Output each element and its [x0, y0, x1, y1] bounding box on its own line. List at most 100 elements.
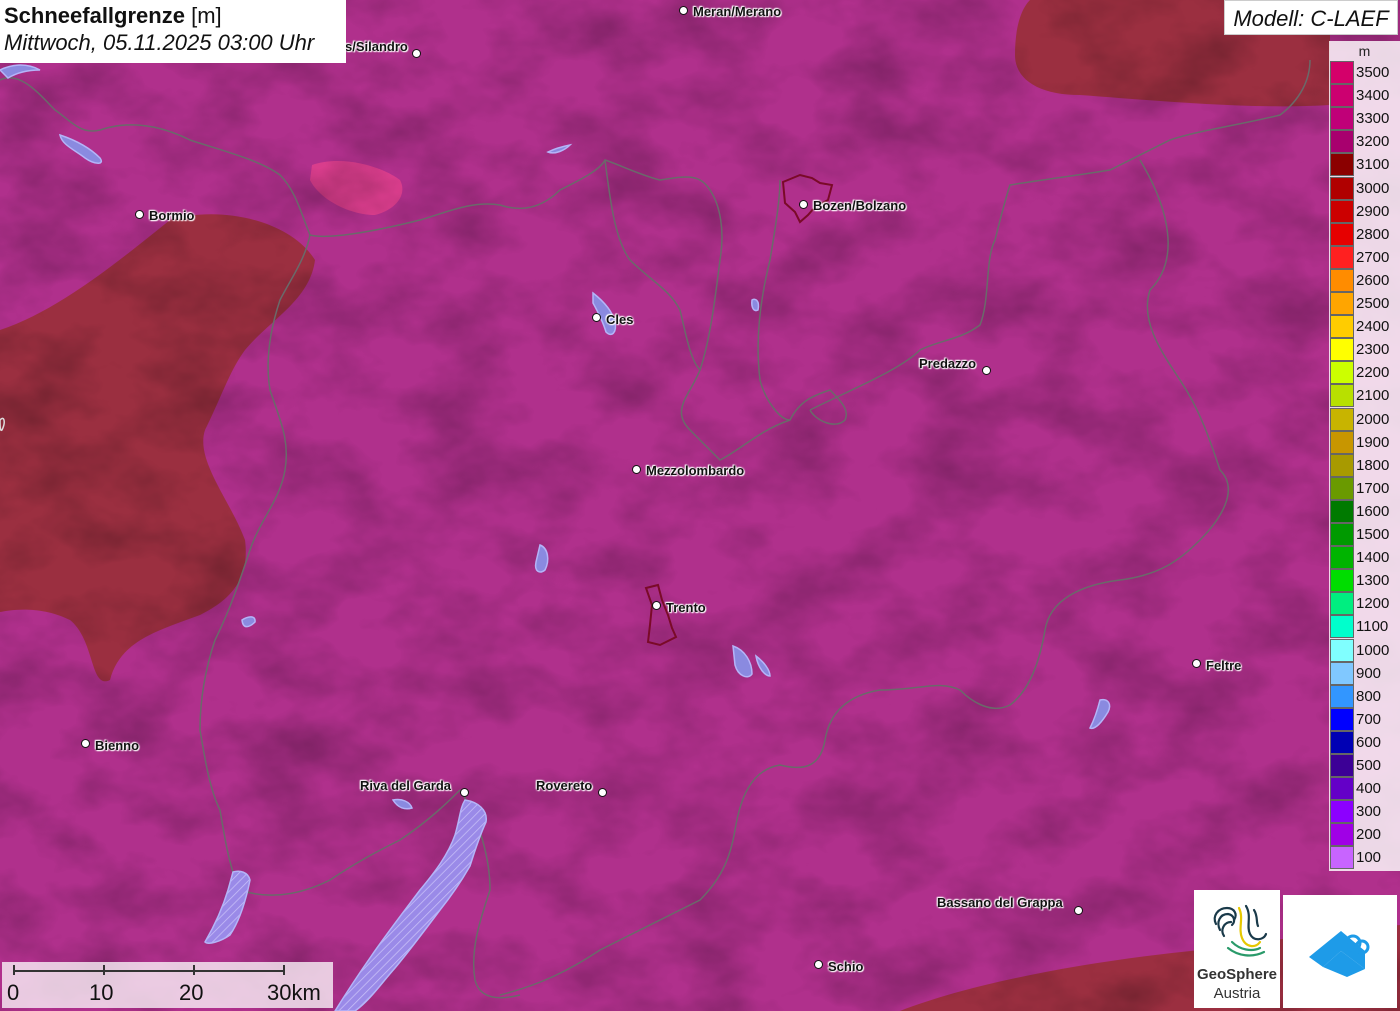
legend-value: 2200 [1356, 364, 1390, 382]
legend-swatch [1330, 777, 1354, 801]
legend-entry: 3400 [1330, 84, 1400, 108]
geosphere-logo[interactable]: GeoSphere Austria [1194, 890, 1280, 1008]
legend-entry: 2100 [1330, 384, 1400, 408]
legend-value: 2800 [1356, 225, 1390, 243]
city-marker [814, 960, 823, 969]
legend-value: 100 [1356, 849, 1382, 867]
legend-swatch [1330, 684, 1354, 708]
legend-value: 800 [1356, 687, 1382, 705]
geosphere-name: GeoSphere [1196, 966, 1278, 983]
city-marker [1074, 906, 1083, 915]
legend-entry: 800 [1330, 684, 1400, 708]
legend-value: 2500 [1356, 295, 1390, 312]
legend-swatch [1330, 707, 1354, 731]
legend-value: 2000 [1356, 410, 1390, 428]
legend-swatch [1330, 384, 1354, 408]
legend-swatch [1330, 592, 1354, 616]
weather-app-emblem-icon [1309, 931, 1370, 977]
scale-label-0: 0 [7, 980, 20, 1005]
scale-label-10: 10 [89, 980, 114, 1005]
legend-value: 700 [1356, 710, 1382, 728]
legend-entry: 3000 [1330, 176, 1400, 200]
legend-swatch [1330, 430, 1354, 454]
legend-value: 1900 [1356, 433, 1390, 451]
legend-swatch [1330, 546, 1354, 570]
legend-unit: m [1358, 43, 1371, 59]
title-unit: [m] [191, 3, 222, 28]
legend-value: 1400 [1356, 549, 1390, 567]
legend-swatch [1330, 476, 1354, 500]
weather-app-logo[interactable] [1283, 895, 1397, 1008]
city-marker [632, 465, 641, 474]
legend-entry: 3300 [1330, 107, 1400, 131]
city-marker [652, 601, 661, 610]
city-label: Trento [666, 600, 706, 615]
city-label: Feltre [1206, 658, 1242, 673]
legend-swatch [1330, 222, 1354, 246]
map-view[interactable]: Meran/Merano s/Silandro Bormio Bozen/Bolzan… [0, 0, 1400, 1011]
legend-entry: 1800 [1330, 453, 1400, 477]
legend-swatch [1330, 523, 1354, 546]
legend-swatch [1330, 84, 1354, 108]
legend-entry: 3500 [1330, 61, 1400, 84]
legend-value: 3500 [1356, 64, 1390, 81]
legend-entry: 900 [1330, 661, 1400, 685]
legend-entry: 1100 [1330, 615, 1400, 639]
legend-swatch [1330, 638, 1354, 662]
legend-entry: 1600 [1330, 499, 1400, 523]
legend-value: 3200 [1356, 133, 1390, 151]
city-marker [81, 739, 90, 748]
legend-entry: 1400 [1330, 546, 1400, 570]
legend-entry: 1200 [1330, 592, 1400, 616]
lake-small-bolzano [751, 298, 760, 312]
legend-entry: 2900 [1330, 199, 1400, 223]
legend-swatch [1330, 61, 1354, 84]
legend-value: 1700 [1356, 479, 1390, 497]
legend-swatch [1330, 107, 1354, 131]
legend-entry: 1000 [1330, 638, 1400, 662]
geosphere-country: Austria [1213, 985, 1261, 1002]
legend-value: 1100 [1356, 618, 1389, 636]
city-marker [982, 366, 991, 375]
city-label: Predazzo [919, 356, 977, 371]
legend-entry: 200 [1330, 823, 1400, 847]
city-label: Bormio [149, 208, 195, 223]
scale-label-30km: 30km [267, 980, 321, 1005]
map-title-box: Schneefallgrenze [m] Mittwoch, 05.11.202… [0, 0, 346, 63]
scale-label-20: 20 [179, 980, 204, 1005]
legend-entry: 2500 [1330, 292, 1400, 315]
map-canvas[interactable] [0, 0, 1400, 1011]
title-text: Schneefallgrenze [4, 3, 185, 28]
legend-value: 1800 [1356, 456, 1390, 474]
city-label: Rovereto [536, 778, 593, 793]
city-marker [460, 788, 469, 797]
model-label: Modell: C-LAEF [1224, 0, 1398, 35]
legend-swatch [1330, 176, 1354, 200]
legend-entry: 600 [1330, 730, 1400, 754]
scale-bar: 0 10 20 30km [2, 962, 333, 1008]
legend-value: 400 [1356, 780, 1382, 798]
color-legend: m 3500 3400 3300 3200 3100 3000 2900 2800 2700 26… [1329, 41, 1400, 871]
legend-swatch [1330, 245, 1354, 269]
legend-value: 2400 [1356, 318, 1390, 336]
legend-value: 1000 [1356, 641, 1390, 659]
legend-entry: 300 [1330, 800, 1400, 824]
legend-value: 2700 [1356, 248, 1390, 266]
legend-swatch [1330, 730, 1354, 754]
legend-value: 500 [1356, 757, 1382, 774]
legend-value: 3400 [1356, 87, 1390, 105]
legend-value: 3000 [1356, 179, 1390, 197]
legend-swatch [1330, 823, 1354, 847]
city-marker [592, 313, 601, 322]
legend-value: 2900 [1356, 202, 1390, 220]
legend-value: 1300 [1356, 572, 1390, 590]
legend-value: 1600 [1356, 502, 1390, 520]
legend-entry: 2800 [1330, 222, 1400, 246]
legend-swatch [1330, 338, 1354, 362]
legend-swatch [1330, 292, 1354, 315]
legend-swatch [1330, 846, 1354, 870]
legend-entry: 1300 [1330, 569, 1400, 593]
legend-entry: 100 [1330, 846, 1400, 870]
legend-value: 3100 [1356, 156, 1390, 174]
city-marker [135, 210, 144, 219]
